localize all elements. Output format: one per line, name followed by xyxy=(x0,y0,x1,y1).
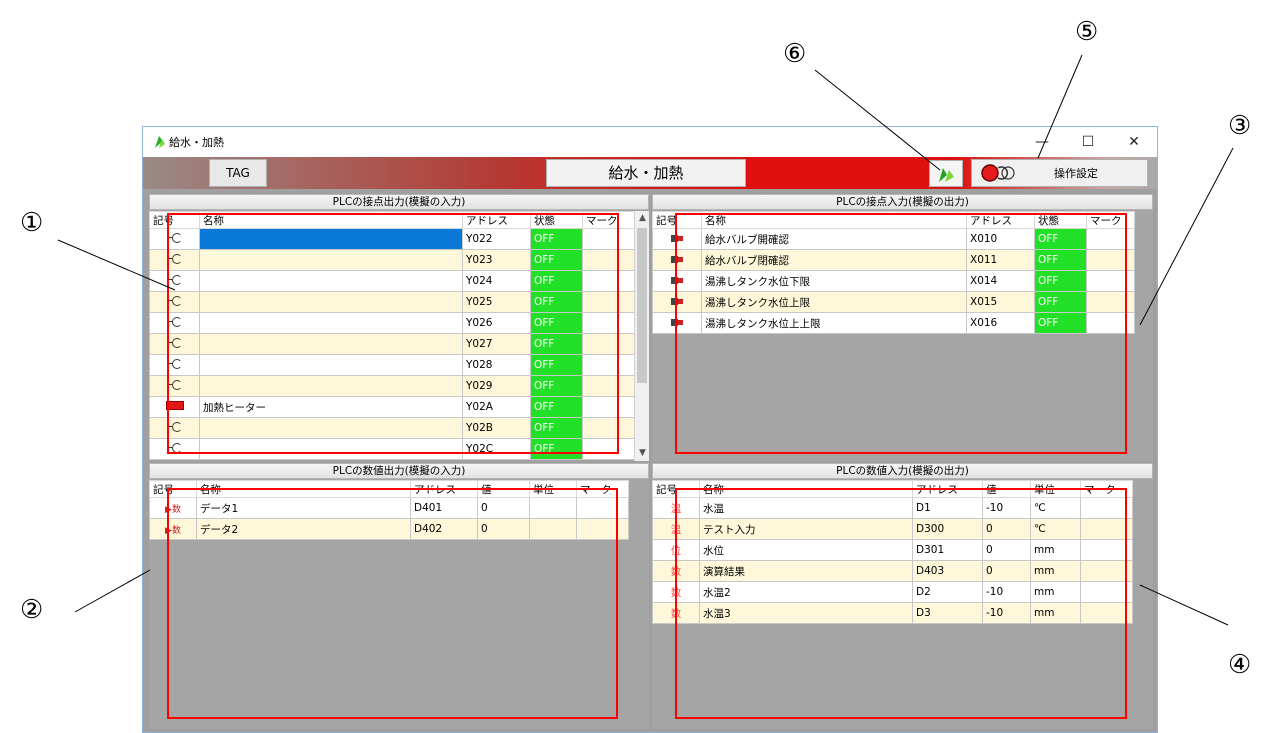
callout-3: ③ xyxy=(1228,111,1252,141)
scroll-up-arrow-icon[interactable]: ▲ xyxy=(635,211,650,226)
callout-2: ② xyxy=(20,595,44,625)
callout-6: ⑥ xyxy=(783,39,807,69)
leaf-button[interactable] xyxy=(929,160,963,187)
numeric-input-header: PLCの数値入力(模擬の出力) xyxy=(652,463,1153,479)
callout-4: ④ xyxy=(1228,650,1252,680)
contact-input-header: PLCの接点入力(模擬の出力) xyxy=(652,194,1153,210)
close-button[interactable]: ✕ xyxy=(1111,127,1157,157)
callout-5: ⑤ xyxy=(1075,17,1099,47)
toggle-switch-icon xyxy=(981,164,1015,182)
leaf-icon xyxy=(155,136,165,148)
screen-title: 給水・加熱 xyxy=(546,159,746,187)
scroll-down-arrow-icon[interactable]: ▼ xyxy=(635,446,650,461)
highlight-box-2 xyxy=(167,488,618,719)
minimize-button[interactable]: — xyxy=(1019,127,1065,157)
highlight-box-1 xyxy=(167,213,619,454)
window-title: 給水・加熱 xyxy=(169,136,224,149)
numeric-output-header: PLCの数値出力(模擬の入力) xyxy=(149,463,649,479)
operation-settings-button[interactable]: 操作設定 xyxy=(971,159,1148,187)
toolbar: TAG 給水・加熱 操作設定 xyxy=(143,157,1157,189)
contact-output-header: PLCの接点出力(模擬の入力) xyxy=(149,194,649,210)
callout-1: ① xyxy=(20,208,44,238)
operation-settings-label: 操作設定 xyxy=(1054,167,1098,180)
contact-output-scrollbar[interactable]: ▲ ▼ xyxy=(634,211,649,461)
highlight-box-4 xyxy=(675,488,1127,719)
highlight-box-3 xyxy=(675,213,1127,454)
title-bar: 給水・加熱 — ☐ ✕ xyxy=(143,127,1157,157)
leaf-icon xyxy=(939,167,954,182)
scroll-thumb[interactable] xyxy=(637,228,647,383)
maximize-button[interactable]: ☐ xyxy=(1065,127,1111,157)
tag-button[interactable]: TAG xyxy=(209,159,267,187)
